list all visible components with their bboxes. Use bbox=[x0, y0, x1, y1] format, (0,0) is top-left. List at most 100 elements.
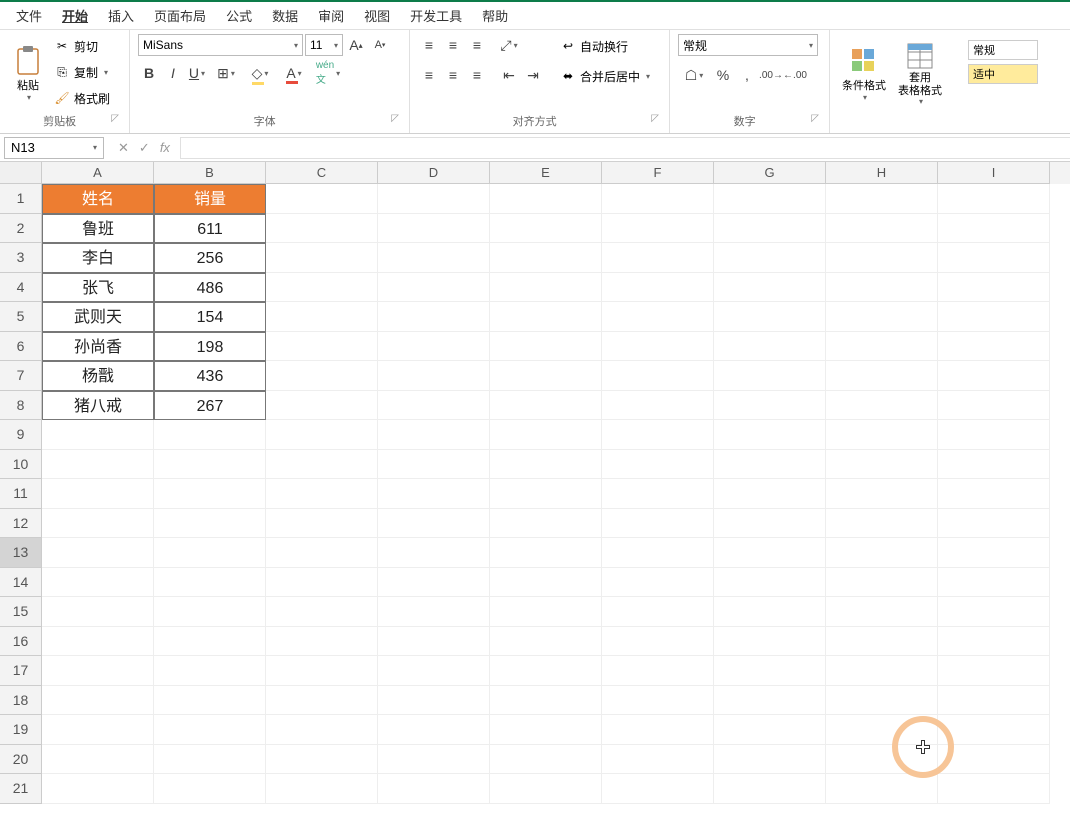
cell[interactable] bbox=[154, 420, 266, 450]
cell[interactable] bbox=[938, 273, 1050, 303]
column-header[interactable]: B bbox=[154, 162, 266, 184]
cell[interactable] bbox=[378, 361, 490, 391]
menu-item-6[interactable]: 审阅 bbox=[308, 2, 354, 29]
cell[interactable] bbox=[938, 243, 1050, 273]
cell[interactable] bbox=[714, 686, 826, 716]
cell[interactable] bbox=[714, 538, 826, 568]
cell[interactable] bbox=[714, 302, 826, 332]
column-header[interactable]: E bbox=[490, 162, 602, 184]
cell[interactable] bbox=[154, 597, 266, 627]
cell[interactable] bbox=[602, 214, 714, 244]
row-header[interactable]: 12 bbox=[0, 509, 42, 539]
cell[interactable] bbox=[938, 686, 1050, 716]
cell[interactable] bbox=[938, 361, 1050, 391]
cell[interactable] bbox=[490, 420, 602, 450]
cell[interactable] bbox=[42, 656, 154, 686]
cell[interactable] bbox=[714, 332, 826, 362]
cell[interactable] bbox=[266, 450, 378, 480]
dialog-launcher-icon[interactable]: ◸ bbox=[651, 113, 659, 124]
cell[interactable] bbox=[154, 568, 266, 598]
menu-item-8[interactable]: 开发工具 bbox=[400, 2, 472, 29]
cell[interactable] bbox=[490, 568, 602, 598]
column-header[interactable]: A bbox=[42, 162, 154, 184]
cell[interactable] bbox=[378, 597, 490, 627]
column-header[interactable]: I bbox=[938, 162, 1050, 184]
cell[interactable] bbox=[154, 715, 266, 745]
cell[interactable] bbox=[490, 538, 602, 568]
align-middle-icon[interactable]: ≡ bbox=[442, 34, 464, 56]
cell[interactable]: 李白 bbox=[42, 243, 154, 273]
cell[interactable] bbox=[378, 509, 490, 539]
cell[interactable] bbox=[378, 243, 490, 273]
format-as-table-button[interactable]: 套用 表格格式 ▾ bbox=[894, 34, 946, 112]
cell[interactable] bbox=[154, 627, 266, 657]
cell[interactable] bbox=[714, 597, 826, 627]
cell[interactable] bbox=[378, 479, 490, 509]
cell[interactable] bbox=[490, 332, 602, 362]
underline-button[interactable]: U▾ bbox=[186, 62, 208, 84]
cell[interactable] bbox=[266, 243, 378, 273]
row-header[interactable]: 13 bbox=[0, 538, 42, 568]
cell[interactable] bbox=[490, 273, 602, 303]
row-header[interactable]: 10 bbox=[0, 450, 42, 480]
align-center-icon[interactable]: ≡ bbox=[442, 64, 464, 86]
cell[interactable] bbox=[602, 391, 714, 421]
wrap-text-button[interactable]: ↩ 自动换行 bbox=[558, 34, 652, 58]
name-box[interactable]: N13▾ bbox=[4, 137, 104, 159]
orientation-icon[interactable]: ⤢▾ bbox=[498, 34, 520, 56]
cell[interactable] bbox=[490, 656, 602, 686]
cell[interactable] bbox=[826, 302, 938, 332]
menu-item-2[interactable]: 插入 bbox=[98, 2, 144, 29]
cell[interactable] bbox=[490, 715, 602, 745]
cell[interactable] bbox=[490, 774, 602, 804]
cell[interactable] bbox=[714, 450, 826, 480]
cell[interactable] bbox=[490, 391, 602, 421]
cell[interactable] bbox=[602, 656, 714, 686]
cell[interactable] bbox=[826, 686, 938, 716]
cell[interactable] bbox=[938, 479, 1050, 509]
cell-style-good[interactable]: 适中 bbox=[968, 64, 1038, 84]
cell[interactable] bbox=[602, 302, 714, 332]
cell[interactable] bbox=[378, 745, 490, 775]
cell[interactable] bbox=[714, 656, 826, 686]
row-header[interactable]: 6 bbox=[0, 332, 42, 362]
cell[interactable] bbox=[826, 243, 938, 273]
cell[interactable] bbox=[714, 243, 826, 273]
cell[interactable] bbox=[266, 332, 378, 362]
cell[interactable] bbox=[378, 302, 490, 332]
cell[interactable] bbox=[826, 214, 938, 244]
cell[interactable] bbox=[602, 273, 714, 303]
font-color-button[interactable]: A▾ bbox=[278, 62, 310, 84]
formula-input[interactable] bbox=[180, 137, 1070, 159]
cell[interactable] bbox=[154, 686, 266, 716]
cell[interactable] bbox=[938, 332, 1050, 362]
cell[interactable] bbox=[490, 745, 602, 775]
cell[interactable] bbox=[42, 715, 154, 745]
row-header[interactable]: 16 bbox=[0, 627, 42, 657]
row-header[interactable]: 2 bbox=[0, 214, 42, 244]
cell[interactable] bbox=[602, 450, 714, 480]
cell[interactable] bbox=[714, 361, 826, 391]
cell[interactable] bbox=[826, 332, 938, 362]
conditional-format-button[interactable]: 条件格式 ▾ bbox=[838, 34, 890, 112]
cell[interactable] bbox=[266, 184, 378, 214]
cell[interactable] bbox=[826, 538, 938, 568]
cell[interactable] bbox=[42, 627, 154, 657]
cell[interactable] bbox=[714, 184, 826, 214]
cell[interactable] bbox=[826, 361, 938, 391]
cell[interactable] bbox=[938, 302, 1050, 332]
cell[interactable] bbox=[826, 568, 938, 598]
cell[interactable] bbox=[602, 420, 714, 450]
menu-item-5[interactable]: 数据 bbox=[262, 2, 308, 29]
cell[interactable] bbox=[938, 509, 1050, 539]
format-painter-button[interactable]: 🖌 格式刷 bbox=[52, 86, 112, 110]
cell[interactable] bbox=[938, 656, 1050, 686]
cell[interactable] bbox=[154, 774, 266, 804]
cell[interactable] bbox=[378, 420, 490, 450]
cell[interactable] bbox=[602, 686, 714, 716]
percent-icon[interactable]: % bbox=[712, 64, 734, 86]
row-header[interactable]: 20 bbox=[0, 745, 42, 775]
fx-icon[interactable]: fx bbox=[156, 140, 174, 156]
align-top-icon[interactable]: ≡ bbox=[418, 34, 440, 56]
cell[interactable]: 武则天 bbox=[42, 302, 154, 332]
